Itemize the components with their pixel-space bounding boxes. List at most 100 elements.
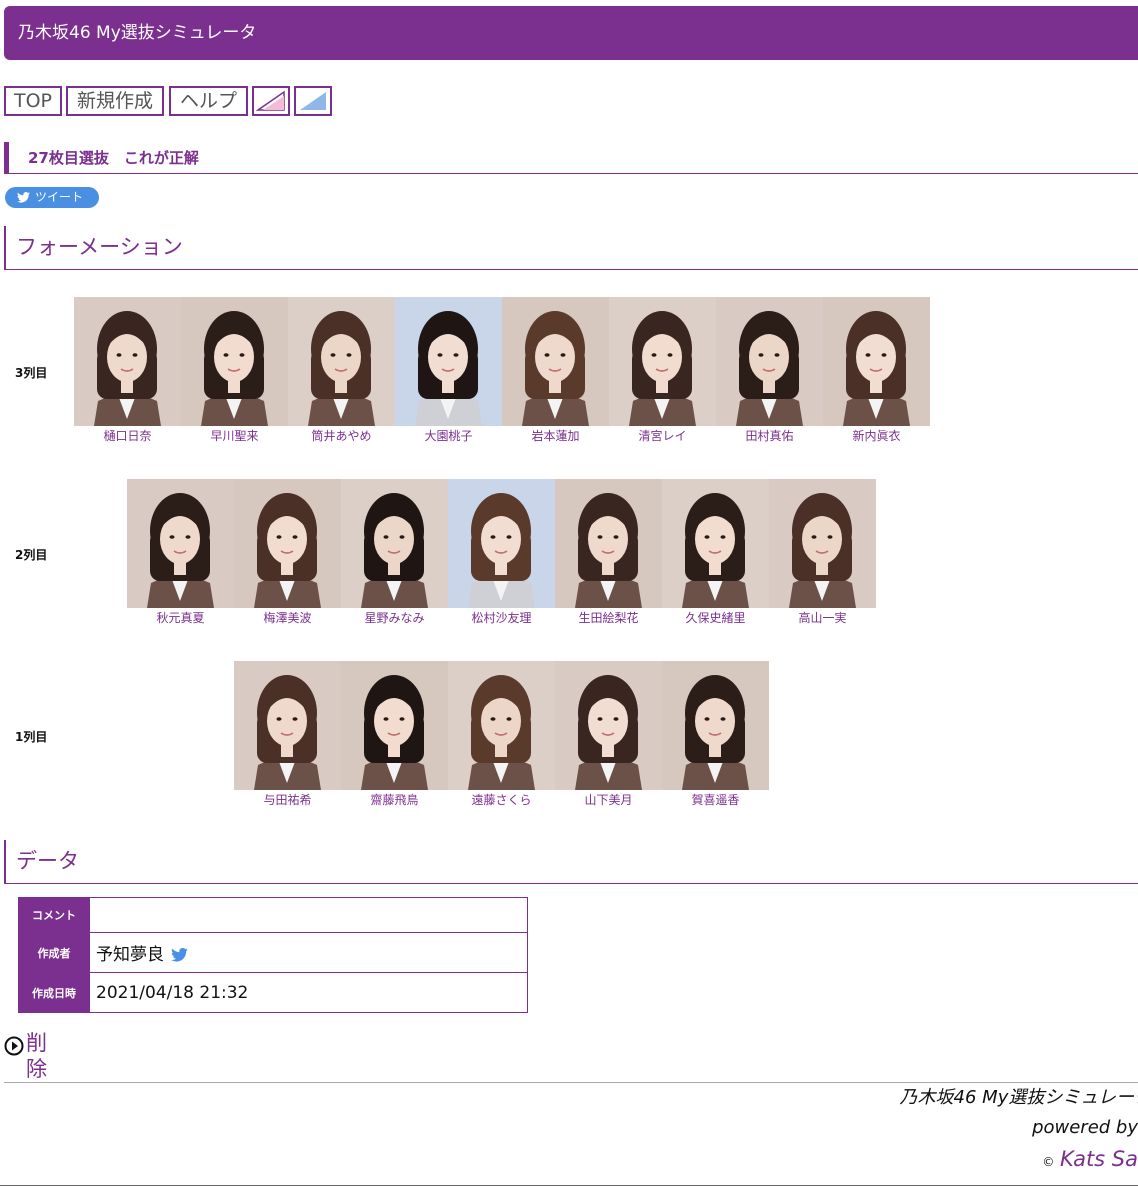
member-card[interactable]: 山下美月 — [555, 661, 662, 813]
member-card[interactable]: 新内眞衣 — [823, 297, 930, 449]
member-photo[interactable] — [234, 479, 341, 608]
member-photo[interactable] — [769, 479, 876, 608]
theme-pink-button[interactable] — [252, 86, 290, 116]
member-name[interactable]: 田村真佑 — [716, 428, 823, 444]
member-card[interactable]: 大園桃子 — [395, 297, 502, 449]
member-card[interactable]: 生田絵梨花 — [555, 479, 662, 631]
member-photo[interactable] — [341, 479, 448, 608]
member-card[interactable]: 賀喜遥香 — [662, 661, 769, 813]
member-name[interactable]: 遠藤さくら — [448, 792, 555, 808]
member-card[interactable]: 秋元真夏 — [127, 479, 234, 631]
member-photo[interactable] — [234, 661, 341, 790]
author-row: 作成者 予知夢良 — [18, 932, 528, 973]
formation-row-1: 与田祐希 齋藤飛鳥 遠藤さくら 山下美月 賀喜遥香 — [234, 661, 769, 807]
formation-row-3: 樋口日奈 早川聖来 筒井あやめ 大園桃子 岩本蓮加 清宮レイ 田村真佑 新内眞衣 — [74, 297, 930, 443]
member-name[interactable]: 早川聖来 — [181, 428, 288, 444]
tweet-button[interactable]: ツイート — [5, 187, 99, 208]
member-photo[interactable] — [181, 297, 288, 426]
member-card[interactable]: 松村沙友理 — [448, 479, 555, 631]
member-name[interactable]: 筒井あやめ — [288, 428, 395, 444]
member-photo[interactable] — [555, 661, 662, 790]
nav-new-button[interactable]: 新規作成 — [66, 86, 164, 116]
site-title[interactable]: 乃木坂46 My選抜シミュレータ — [18, 22, 256, 44]
twitter-bird-icon[interactable] — [171, 947, 189, 962]
member-name[interactable]: 高山一実 — [769, 610, 876, 626]
author-cell: 予知夢良 — [89, 932, 528, 973]
selection-title-bar: 27枚目選抜 これが正解 — [4, 142, 1138, 174]
member-photo[interactable] — [127, 479, 234, 608]
nav-top-button[interactable]: TOP — [4, 86, 62, 116]
member-card[interactable]: 高山一実 — [769, 479, 876, 631]
selection-title: 27枚目選抜 これが正解 — [28, 149, 199, 167]
member-name[interactable]: 清宮レイ — [609, 428, 716, 444]
member-photo[interactable] — [662, 661, 769, 790]
member-photo[interactable] — [502, 297, 609, 426]
member-card[interactable]: 星野みなみ — [341, 479, 448, 631]
member-name[interactable]: 岩本蓮加 — [502, 428, 609, 444]
data-section-header: データ — [4, 840, 1138, 884]
theme-blue-button[interactable] — [294, 86, 332, 116]
member-name[interactable]: 賀喜遥香 — [662, 792, 769, 808]
comment-value — [89, 897, 528, 933]
tweet-label: ツイート — [35, 190, 84, 204]
member-name[interactable]: 星野みなみ — [341, 610, 448, 626]
twitter-bird-icon — [17, 192, 30, 203]
member-photo[interactable] — [74, 297, 181, 426]
member-name[interactable]: 山下美月 — [555, 792, 662, 808]
formation-heading: フォーメーション — [16, 235, 183, 259]
data-table: コメント 作成者 予知夢良 作成日時 2021/04/18 21:32 — [18, 897, 528, 1013]
member-card[interactable]: 与田祐希 — [234, 661, 341, 813]
member-name[interactable]: 秋元真夏 — [127, 610, 234, 626]
comment-row: コメント — [18, 897, 528, 933]
member-name[interactable]: 与田祐希 — [234, 792, 341, 808]
row-label-1: 1列目 — [15, 730, 48, 744]
member-card[interactable]: 遠藤さくら — [448, 661, 555, 813]
member-card[interactable]: 久保史緒里 — [662, 479, 769, 631]
member-photo[interactable] — [341, 661, 448, 790]
member-card[interactable]: 岩本蓮加 — [502, 297, 609, 449]
member-photo[interactable] — [716, 297, 823, 426]
member-card[interactable]: 梅澤美波 — [234, 479, 341, 631]
date-row: 作成日時 2021/04/18 21:32 — [18, 972, 528, 1013]
member-photo[interactable] — [395, 297, 502, 426]
blue-triangle-icon — [300, 92, 326, 110]
author-value[interactable]: 予知夢良 — [96, 945, 164, 965]
member-name[interactable]: 新内眞衣 — [823, 428, 930, 444]
row-label-2: 2列目 — [15, 548, 48, 562]
author-label: 作成者 — [18, 932, 90, 973]
member-photo[interactable] — [662, 479, 769, 608]
delete-label: 削除 — [26, 1031, 47, 1081]
formation-row-2: 秋元真夏 梅澤美波 星野みなみ 松村沙友理 生田絵梨花 久保史緒里 高山一実 — [127, 479, 876, 625]
member-card[interactable]: 齋藤飛鳥 — [341, 661, 448, 813]
member-photo[interactable] — [555, 479, 662, 608]
member-name[interactable]: 齋藤飛鳥 — [341, 792, 448, 808]
data-heading: データ — [16, 849, 79, 873]
row-label-3: 3列目 — [15, 366, 48, 380]
member-card[interactable]: 早川聖来 — [181, 297, 288, 449]
formation-section-header: フォーメーション — [4, 226, 1138, 270]
footer-divider — [4, 1082, 1138, 1083]
member-card[interactable]: 田村真佑 — [716, 297, 823, 449]
author-credit-link[interactable]: Kats Sa — [1060, 1147, 1138, 1171]
footer-credit: © Kats Sa — [1042, 1148, 1138, 1173]
footer-powered-by: powered by — [1032, 1117, 1138, 1138]
member-name[interactable]: 大園桃子 — [395, 428, 502, 444]
member-photo[interactable] — [609, 297, 716, 426]
member-photo[interactable] — [288, 297, 395, 426]
date-value: 2021/04/18 21:32 — [89, 972, 528, 1013]
member-name[interactable]: 梅澤美波 — [234, 610, 341, 626]
date-label: 作成日時 — [18, 972, 90, 1013]
nav-help-button[interactable]: ヘルプ — [169, 86, 248, 116]
member-photo[interactable] — [448, 479, 555, 608]
member-card[interactable]: 筒井あやめ — [288, 297, 395, 449]
member-card[interactable]: 樋口日奈 — [74, 297, 181, 449]
comment-label: コメント — [18, 897, 90, 933]
copyright-symbol: © — [1042, 1155, 1055, 1169]
member-photo[interactable] — [448, 661, 555, 790]
member-name[interactable]: 久保史緒里 — [662, 610, 769, 626]
member-card[interactable]: 清宮レイ — [609, 297, 716, 449]
member-photo[interactable] — [823, 297, 930, 426]
member-name[interactable]: 生田絵梨花 — [555, 610, 662, 626]
member-name[interactable]: 樋口日奈 — [74, 428, 181, 444]
member-name[interactable]: 松村沙友理 — [448, 610, 555, 626]
